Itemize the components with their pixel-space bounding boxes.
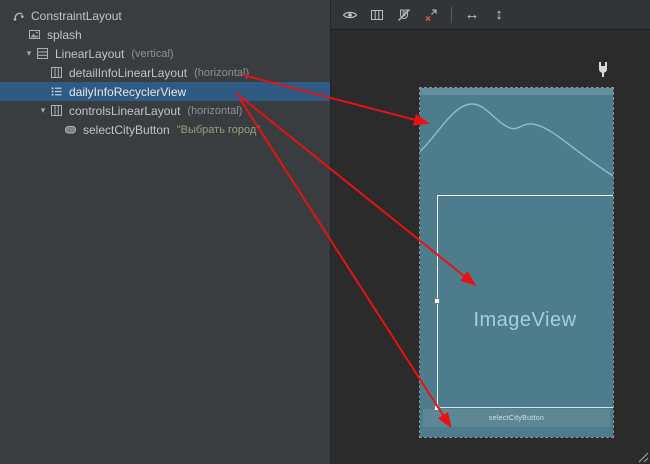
toolbar-separator (451, 7, 452, 23)
component-tree-panel: ConstraintLayout splash ▾ LinearLayout (… (0, 0, 331, 464)
tree-item-detailinfolinearlayout[interactable]: detailInfoLinearLayout (horizontal) (0, 63, 330, 82)
tree-item-orientation: (vertical) (131, 48, 173, 60)
clear-constraints-icon[interactable] (421, 5, 441, 25)
tree-item-orientation: (horizontal) (187, 105, 242, 117)
render-tools-icon[interactable] (596, 61, 610, 78)
tree-item-orientation: (horizontal) (194, 67, 249, 79)
tree-item-text-value: "Выбрать город" (177, 124, 260, 136)
design-toolbar: ↔ ↕ (331, 0, 650, 30)
recycler-view-icon (50, 85, 63, 98)
horizontal-resize-icon[interactable]: ↔ (462, 5, 482, 25)
recyclerview-selection-bounds[interactable] (437, 195, 613, 408)
tree-item-splash[interactable]: splash (0, 25, 330, 44)
vertical-resize-icon[interactable]: ↕ (489, 5, 509, 25)
status-bar-strip (420, 88, 613, 95)
tree-item-linearlayout[interactable]: ▾ LinearLayout (vertical) (0, 44, 330, 63)
resize-grip[interactable] (633, 447, 649, 463)
tree-item-constraintlayout[interactable]: ConstraintLayout (0, 6, 330, 25)
tree-item-label: selectCityButton (83, 123, 170, 137)
tree-item-label: ConstraintLayout (31, 9, 122, 23)
select-city-button-preview[interactable]: selectCityButton (423, 409, 610, 427)
eye-icon[interactable] (340, 5, 360, 25)
chevron-down-icon[interactable]: ▾ (36, 101, 50, 120)
constraint-layout-icon (12, 9, 25, 22)
layout-editor-window: ConstraintLayout splash ▾ LinearLayout (… (0, 0, 650, 464)
image-icon (28, 28, 41, 41)
tree-item-label: controlsLinearLayout (69, 104, 180, 118)
tree-item-label: splash (47, 28, 82, 42)
chevron-down-icon[interactable]: ▾ (22, 44, 36, 63)
button-icon (64, 123, 77, 136)
wave-graphic (420, 95, 613, 195)
tree-item-dailyinforecyclerview[interactable]: dailyInfoRecyclerView (0, 82, 330, 101)
tree-item-label: detailInfoLinearLayout (69, 66, 187, 80)
magnet-off-icon[interactable] (394, 5, 414, 25)
selection-handle-bottom-left[interactable] (434, 405, 440, 411)
linear-layout-vertical-icon (36, 47, 49, 60)
tree-item-controlslinearlayout[interactable]: ▾ controlsLinearLayout (horizontal) (0, 101, 330, 120)
device-preview[interactable]: ImageView selectCityButton (420, 88, 613, 437)
columns-icon[interactable] (367, 5, 387, 25)
imageview-placeholder[interactable]: ImageView (437, 309, 613, 332)
linear-layout-horizontal-icon (50, 104, 63, 117)
linear-layout-horizontal-icon (50, 66, 63, 79)
tree-item-selectcitybutton[interactable]: selectCityButton "Выбрать город" (0, 120, 330, 139)
tree-item-label: dailyInfoRecyclerView (69, 85, 186, 99)
selection-handle-left[interactable] (434, 298, 440, 304)
tree-item-label: LinearLayout (55, 47, 124, 61)
